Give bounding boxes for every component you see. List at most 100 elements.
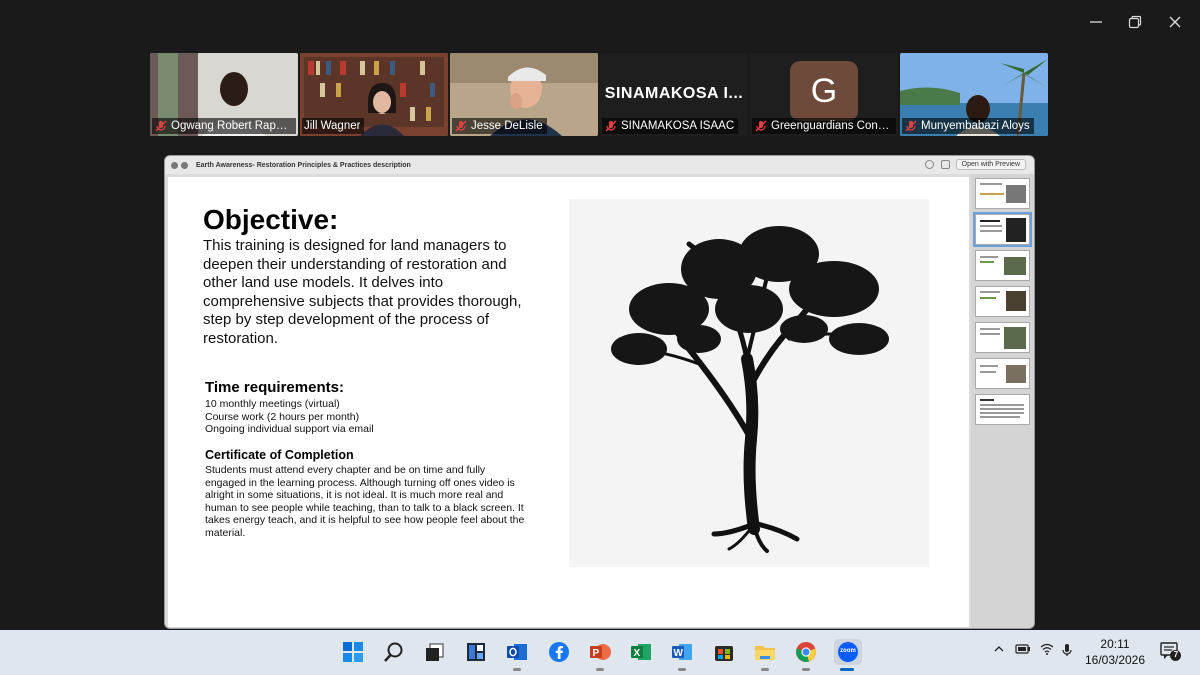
participant-name: Ogwang Robert Rapsy... xyxy=(171,120,292,132)
participant-tile[interactable]: Munyembabazi Aloys xyxy=(900,53,1048,136)
participant-tile-active-speaker[interactable]: Jill Wagner xyxy=(300,53,448,136)
battery-status[interactable] xyxy=(1015,643,1031,658)
slide-thumbnail-selected[interactable] xyxy=(973,212,1032,247)
zoom-button[interactable]: zoom xyxy=(834,639,862,671)
clock-date: 16/03/2026 xyxy=(1084,653,1146,667)
svg-text:X: X xyxy=(634,648,641,659)
wifi-icon xyxy=(1040,643,1054,655)
participant-name: Jesse DeLisle xyxy=(471,120,543,132)
participant-tile[interactable]: G Greenguardians Cons... xyxy=(750,53,898,136)
participant-display-name: SINAMAKOSA I... xyxy=(604,85,744,102)
list-item: Ongoing individual support via email xyxy=(205,423,374,435)
zoom-label: zoom xyxy=(840,648,856,654)
preview-titlebar: Earth Awareness- Restoration Principles … xyxy=(165,156,1034,174)
certificate-text: Students must attend every chapter and b… xyxy=(205,464,525,539)
word-button[interactable]: W xyxy=(669,639,695,671)
objective-text: This training is designed for land manag… xyxy=(203,237,522,347)
widgets-icon xyxy=(467,643,485,661)
powerpoint-button[interactable]: P xyxy=(587,639,613,671)
participant-tile[interactable]: Ogwang Robert Rapsy... xyxy=(150,53,298,136)
system-clock[interactable]: 20:11 16/03/2026 xyxy=(1080,636,1150,668)
avatar: G xyxy=(790,61,858,121)
widgets-button[interactable] xyxy=(463,639,489,665)
slide-heading: Objective: xyxy=(203,204,339,235)
store-icon xyxy=(715,646,733,661)
participant-name-tag: Greenguardians Cons... xyxy=(752,118,896,134)
svg-text:P: P xyxy=(593,648,600,659)
participant-name-tag: Jill Wagner xyxy=(302,118,365,134)
participant-name-tag: Ogwang Robert Rapsy... xyxy=(152,118,296,134)
show-hidden-icons[interactable] xyxy=(993,643,1005,658)
store-button[interactable] xyxy=(711,639,737,665)
powerpoint-icon: P xyxy=(590,644,611,660)
chevron-up-icon xyxy=(994,646,1004,652)
slide-thumbnail[interactable] xyxy=(975,286,1030,317)
microphone-icon xyxy=(1062,644,1072,656)
zoom-meeting-window: Ogwang Robert Rapsy... Jill Wagner Jesse… xyxy=(0,0,1200,675)
windows-taskbar: P X W zoom 20:11 16/03/2026 7 xyxy=(0,630,1200,675)
open-with-preview-button[interactable]: Open with Preview xyxy=(955,159,1026,170)
participant-name: Munyembabazi Aloys xyxy=(921,120,1030,132)
minimize-button[interactable] xyxy=(1084,10,1108,34)
muted-mic-icon xyxy=(905,120,917,132)
excel-icon: X xyxy=(631,644,651,660)
participant-name-tag: Jesse DeLisle xyxy=(452,118,547,134)
participant-name: SINAMAKOSA ISAAC xyxy=(621,120,735,132)
share-icon[interactable] xyxy=(941,160,950,169)
minimize-icon xyxy=(1090,21,1102,23)
participant-name: Greenguardians Cons... xyxy=(771,120,892,132)
certificate-heading: Certificate of Completion xyxy=(205,448,354,462)
participant-name-tag: Munyembabazi Aloys xyxy=(902,118,1034,134)
notification-center-button[interactable]: 7 xyxy=(1160,642,1182,662)
search-button[interactable] xyxy=(381,639,407,665)
participant-tile[interactable]: SINAMAKOSA I... SINAMAKOSA ISAAC xyxy=(600,53,748,136)
close-icon xyxy=(1169,16,1181,28)
chrome-button[interactable] xyxy=(793,639,819,671)
tree-illustration xyxy=(569,199,929,567)
slide-thumbnail[interactable] xyxy=(975,358,1030,389)
clock-time: 20:11 xyxy=(1100,637,1130,651)
slide-thumbnail[interactable] xyxy=(975,322,1030,353)
restore-button[interactable] xyxy=(1123,10,1147,34)
outlook-button[interactable] xyxy=(504,639,530,671)
muted-mic-icon xyxy=(155,120,167,132)
close-button[interactable] xyxy=(1163,10,1187,34)
outlook-icon xyxy=(507,644,527,660)
search-icon xyxy=(384,642,403,662)
svg-text:W: W xyxy=(674,648,684,659)
muted-mic-icon xyxy=(755,120,767,132)
thumbnail-sidebar xyxy=(971,174,1034,628)
facebook-button[interactable] xyxy=(546,639,572,665)
muted-mic-icon xyxy=(605,120,617,132)
task-view-icon xyxy=(426,643,444,661)
time-requirements-heading: Time requirements: xyxy=(205,379,344,396)
slide-thumbnail[interactable] xyxy=(975,178,1030,209)
time-requirements-list: 10 monthly meetings (virtual) Course wor… xyxy=(205,398,374,436)
window-close-dot[interactable] xyxy=(171,161,178,169)
excel-button[interactable]: X xyxy=(628,639,654,665)
window-minimize-dot[interactable] xyxy=(181,161,188,169)
participant-name: Jill Wagner xyxy=(304,120,361,132)
list-item: Course work (2 hours per month) xyxy=(205,410,360,423)
shared-screen: Earth Awareness- Restoration Principles … xyxy=(164,155,1035,629)
muted-mic-icon xyxy=(455,120,467,132)
restore-icon xyxy=(1128,15,1142,29)
volume-control[interactable] xyxy=(1062,643,1072,660)
chrome-icon xyxy=(796,642,816,662)
network-status[interactable] xyxy=(1040,643,1054,658)
start-icon xyxy=(343,642,363,662)
participant-tile[interactable]: Jesse DeLisle xyxy=(450,53,598,136)
info-icon[interactable] xyxy=(925,160,934,169)
document-title: Earth Awareness- Restoration Principles … xyxy=(196,161,411,169)
slide: Objective: This training is designed for… xyxy=(168,177,969,627)
battery-icon xyxy=(1015,644,1030,654)
notification-count: 7 xyxy=(1173,650,1179,659)
list-item: 10 monthly meetings (virtual) xyxy=(205,398,340,410)
file-explorer-button[interactable] xyxy=(752,639,778,671)
file-explorer-icon xyxy=(755,646,775,660)
start-button[interactable] xyxy=(340,639,366,665)
slide-thumbnail[interactable] xyxy=(975,394,1030,425)
slide-thumbnail[interactable] xyxy=(975,250,1030,281)
participant-name-tag: SINAMAKOSA ISAAC xyxy=(602,118,739,134)
task-view-button[interactable] xyxy=(421,639,447,665)
